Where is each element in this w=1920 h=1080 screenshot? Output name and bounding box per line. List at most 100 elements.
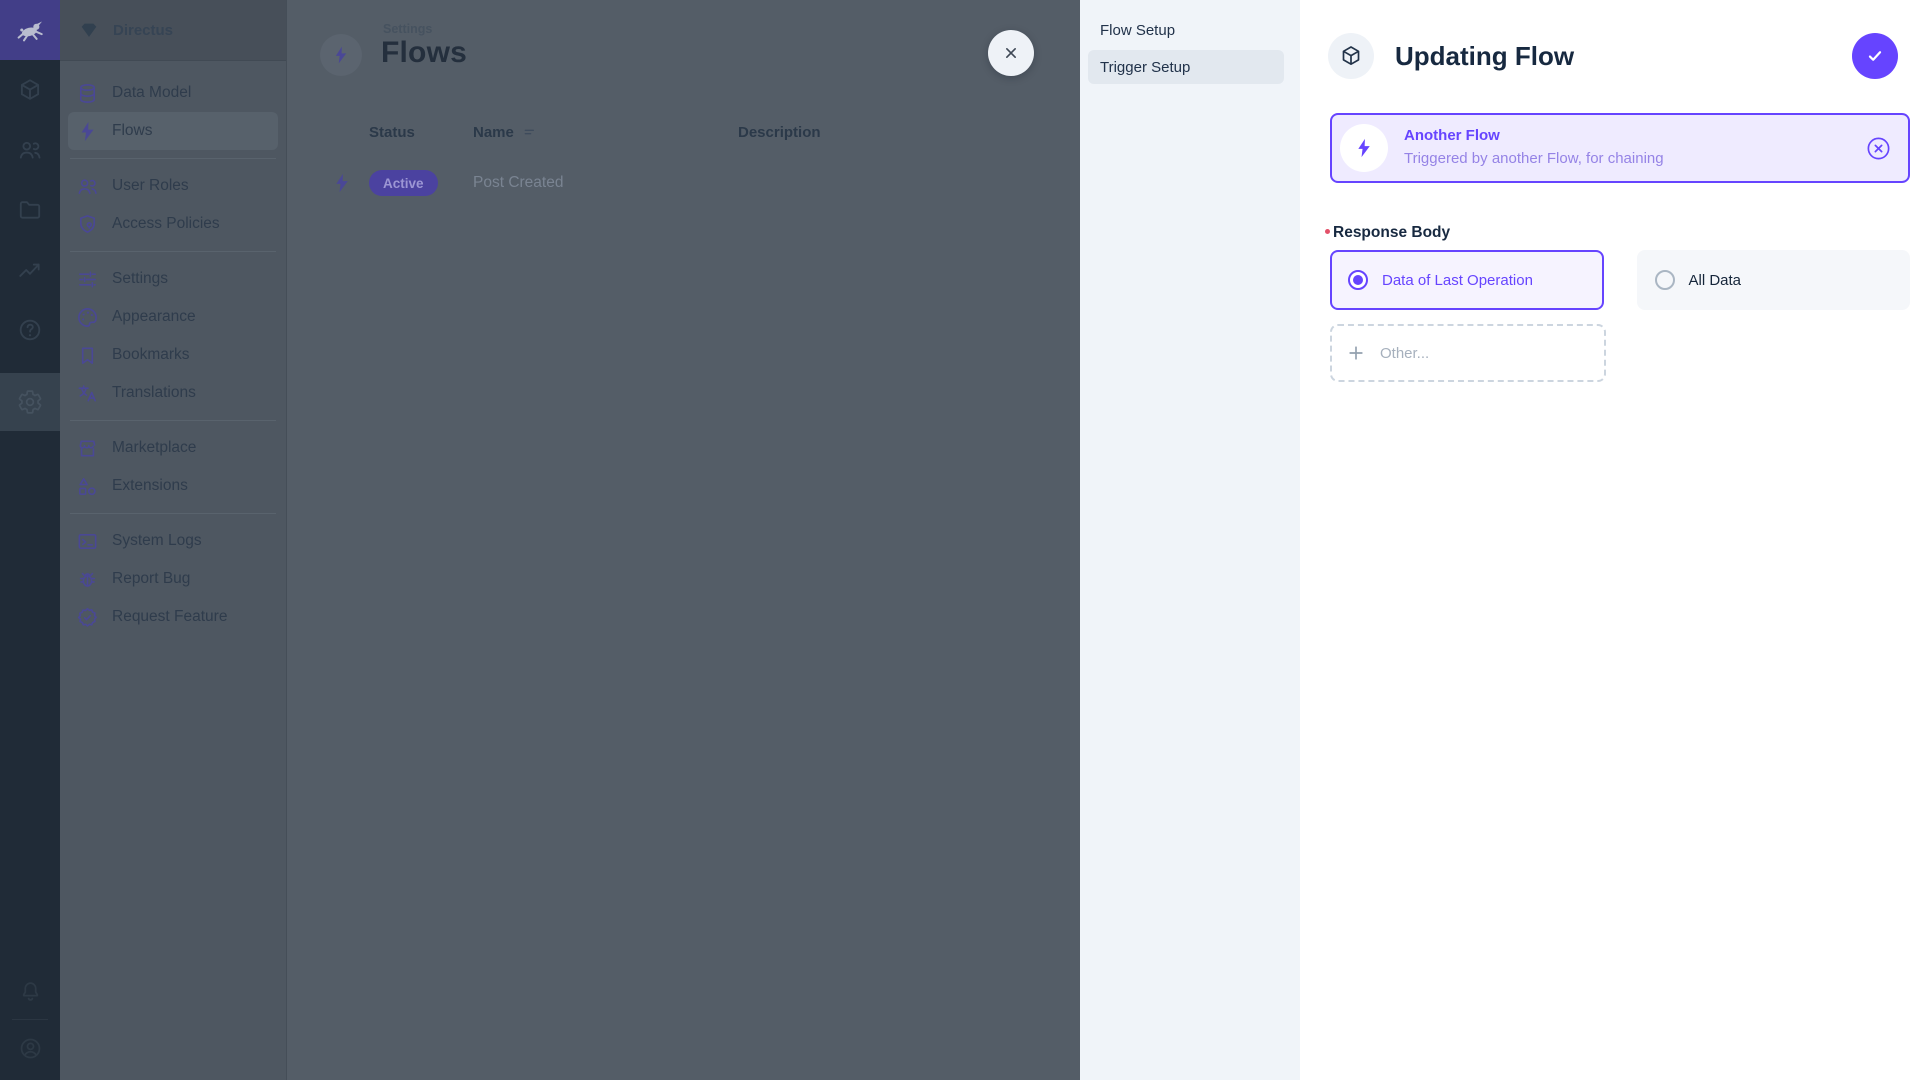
nav-item-request-feature[interactable]: Request Feature	[68, 598, 278, 636]
insights-chart-icon	[19, 263, 40, 277]
option-all-data[interactable]: All Data	[1636, 250, 1910, 310]
storefront-icon	[79, 439, 96, 457]
breadcrumb[interactable]: Settings	[383, 22, 432, 36]
response-body-options: Data of Last Operation All Data	[1330, 250, 1910, 310]
bookmark-icon	[81, 346, 94, 364]
drawer-close-button[interactable]	[988, 30, 1034, 76]
cube-icon	[1342, 46, 1360, 66]
project-bar[interactable]: Directus	[60, 0, 286, 61]
nav-item-data-model[interactable]: Data Model	[68, 74, 278, 112]
nav-divider	[70, 513, 276, 514]
nav-item-label: Translations	[112, 384, 196, 401]
drawer-nav-trigger-setup[interactable]: Trigger Setup	[1088, 50, 1284, 84]
option-label: Data of Last Operation	[1382, 271, 1533, 289]
module-content[interactable]	[0, 60, 60, 120]
module-bar	[0, 0, 60, 1080]
shapes-icon	[79, 477, 96, 495]
other-option-label: Other...	[1380, 344, 1430, 362]
files-folder-icon	[19, 201, 41, 219]
directus-rabbit-logo	[17, 21, 43, 42]
selected-trigger-card[interactable]: Another Flow Triggered by another Flow, …	[1330, 113, 1910, 183]
database-icon	[79, 83, 96, 103]
nav-item-label: Settings	[112, 270, 169, 287]
status-badge: Active	[369, 170, 438, 196]
account-button[interactable]	[0, 1022, 60, 1074]
page-title-icon-circle	[320, 34, 362, 76]
settings-gear-icon	[18, 390, 42, 414]
module-files[interactable]	[0, 180, 60, 240]
user-roles-icon	[78, 178, 97, 194]
save-button[interactable]	[1852, 33, 1898, 79]
nav-item-extensions[interactable]: Extensions	[68, 467, 278, 505]
nav-item-flows[interactable]: Flows	[68, 112, 278, 150]
plus-icon	[1349, 346, 1363, 360]
module-help[interactable]	[0, 300, 60, 360]
check-icon	[1868, 51, 1882, 61]
translate-icon	[78, 384, 96, 402]
palette-icon	[78, 307, 97, 327]
feature-badge-icon	[77, 607, 97, 627]
project-name: Directus	[113, 21, 174, 39]
trigger-card-title: Another Flow	[1404, 127, 1500, 144]
deselect-trigger-button[interactable]	[1865, 135, 1892, 162]
users-icon	[19, 141, 41, 159]
nav-item-settings[interactable]: Settings	[68, 260, 278, 298]
drawer-nav-label: Flow Setup	[1100, 21, 1176, 39]
bug-icon	[79, 572, 96, 587]
nav-item-label: Marketplace	[112, 439, 197, 456]
column-header-name[interactable]: Name	[473, 124, 538, 141]
nav-item-translations[interactable]: Translations	[68, 374, 278, 412]
bolt-icon	[336, 173, 348, 193]
tune-sliders-icon	[79, 270, 96, 288]
module-users[interactable]	[0, 120, 60, 180]
notifications-button[interactable]	[0, 965, 60, 1017]
drawer-title-icon-circle	[1328, 33, 1374, 79]
nav-item-label: System Logs	[112, 532, 202, 549]
nav-item-label: Report Bug	[112, 570, 191, 587]
option-label: All Data	[1688, 271, 1742, 289]
column-header-name-label: Name	[473, 124, 514, 141]
nav-item-label: User Roles	[112, 177, 189, 194]
notifications-bell-icon	[22, 981, 38, 1001]
drawer-nav-flow-setup[interactable]: Flow Setup	[1080, 13, 1284, 47]
radio-selected-icon	[1348, 270, 1368, 290]
drawer-nav-label: Trigger Setup	[1100, 58, 1191, 76]
nav-item-label: Appearance	[112, 308, 196, 325]
help-icon	[19, 319, 41, 341]
nav-divider	[70, 420, 276, 421]
settings-nav-panel: Directus Data Model Flows User Roles Acc…	[60, 0, 287, 1080]
nav-list: Data Model Flows User Roles Access Polic…	[60, 61, 286, 636]
option-data-of-last-operation[interactable]: Data of Last Operation	[1330, 250, 1604, 310]
drawer-title: Updating Flow	[1395, 41, 1575, 71]
nav-item-bookmarks[interactable]: Bookmarks	[68, 336, 278, 374]
nav-item-user-roles[interactable]: User Roles	[68, 167, 278, 205]
directus-logo[interactable]	[0, 0, 60, 60]
nav-item-access-policies[interactable]: Access Policies	[68, 205, 278, 243]
nav-item-report-bug[interactable]: Report Bug	[68, 560, 278, 598]
flows-page: Settings Flows Status Name Description A…	[287, 0, 1080, 1080]
column-header-status[interactable]: Status	[369, 124, 415, 141]
nav-item-label: Data Model	[112, 84, 192, 101]
close-icon	[1006, 48, 1016, 59]
module-insights[interactable]	[0, 240, 60, 300]
nav-divider	[70, 158, 276, 159]
bolt-icon	[1358, 138, 1370, 158]
trigger-icon-circle	[1340, 124, 1388, 172]
project-diamond-icon	[81, 23, 97, 37]
nav-item-marketplace[interactable]: Marketplace	[68, 429, 278, 467]
nav-item-label: Flows	[112, 122, 153, 139]
directus-app: Directus Data Model Flows User Roles Acc…	[0, 0, 1920, 1080]
sort-icon	[524, 129, 534, 134]
nav-item-label: Bookmarks	[112, 346, 190, 363]
drawer-panel: Updating Flow Another Flow Triggered by …	[1300, 0, 1920, 1080]
page-title: Flows	[381, 36, 468, 69]
nav-item-label: Access Policies	[112, 215, 220, 232]
module-settings[interactable]	[0, 373, 60, 431]
shield-icon	[79, 214, 96, 233]
nav-item-system-logs[interactable]: System Logs	[68, 522, 278, 560]
other-option-button[interactable]: Other...	[1330, 324, 1606, 382]
account-icon	[20, 1038, 40, 1058]
nav-item-label: Request Feature	[112, 608, 228, 625]
column-header-description[interactable]: Description	[738, 124, 821, 141]
nav-item-appearance[interactable]: Appearance	[68, 298, 278, 336]
